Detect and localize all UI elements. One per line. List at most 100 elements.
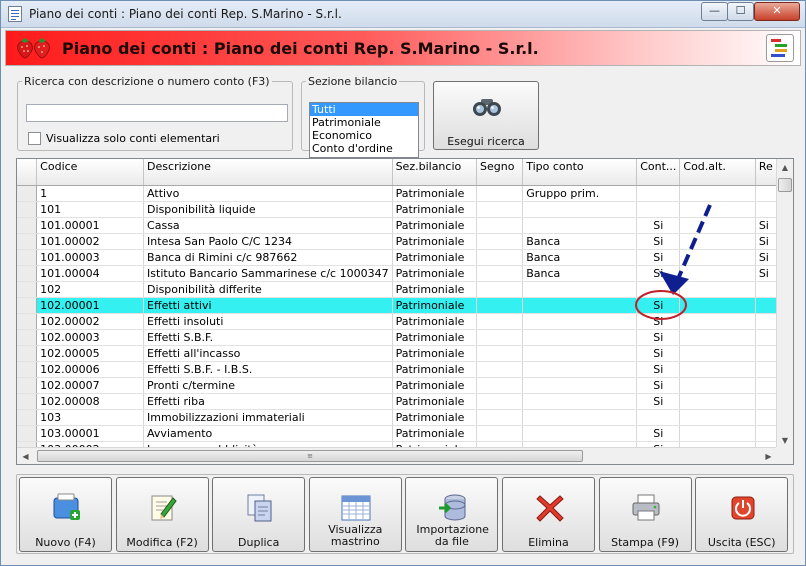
column-header-segno[interactable]: Segno — [476, 159, 524, 186]
cell-sez[interactable]: Patrimoniale — [392, 217, 478, 234]
cell-descrizione[interactable]: Disponibilità liquide — [143, 201, 393, 218]
cell-segno[interactable] — [476, 425, 524, 442]
cell-sez[interactable]: Patrimoniale — [392, 329, 478, 346]
row-indicator[interactable] — [17, 425, 38, 442]
search-input[interactable] — [26, 104, 288, 122]
column-header-cod-alt[interactable]: Cod.alt. — [679, 159, 756, 186]
row-indicator[interactable] — [17, 185, 38, 202]
title-bar[interactable]: Piano dei conti : Piano dei conti Rep. S… — [1, 1, 805, 28]
cell-sez[interactable]: Patrimoniale — [392, 361, 478, 378]
cell-segno[interactable] — [476, 313, 524, 330]
table-row[interactable]: 101 Disponibilità liquide Patrimoniale — [17, 201, 793, 218]
row-indicator[interactable] — [17, 345, 38, 362]
cell-tipo[interactable] — [522, 345, 638, 362]
row-indicator[interactable] — [17, 409, 38, 426]
cell-sez[interactable]: Patrimoniale — [392, 345, 478, 362]
importazione-button[interactable]: Importazione da file — [405, 477, 499, 552]
cell-cont[interactable]: Si — [636, 361, 681, 378]
cell-descrizione[interactable]: Effetti S.B.F. — [143, 329, 393, 346]
accounts-grid[interactable]: Codice Descrizione Sez.bilancio Segno Ti… — [16, 158, 794, 465]
cell-segno[interactable] — [476, 281, 524, 298]
cell-cont[interactable]: Si — [636, 393, 681, 410]
table-row[interactable]: 102.00003 Effetti S.B.F. Patrimoniale Si — [17, 329, 793, 346]
cell-segno[interactable] — [476, 345, 524, 362]
cell-sez[interactable]: Patrimoniale — [392, 409, 478, 426]
sezione-option-tutti[interactable]: Tutti — [310, 103, 418, 116]
cell-codalt[interactable] — [679, 217, 756, 234]
cell-cont[interactable]: Si — [636, 345, 681, 362]
cell-segno[interactable] — [476, 393, 524, 410]
cell-codice[interactable]: 101.00002 — [36, 233, 145, 250]
cell-segno[interactable] — [476, 185, 524, 202]
row-indicator[interactable] — [17, 249, 38, 266]
cell-sez[interactable]: Patrimoniale — [392, 313, 478, 330]
cell-tipo[interactable] — [522, 393, 638, 410]
cell-segno[interactable] — [476, 217, 524, 234]
nuovo-button[interactable]: Nuovo (F4) — [19, 477, 112, 552]
cell-cont[interactable] — [636, 409, 681, 426]
row-indicator[interactable] — [17, 329, 38, 346]
scroll-left-icon[interactable]: ◀ — [17, 448, 34, 464]
column-header-codice[interactable]: Codice — [36, 159, 145, 186]
cell-sez[interactable]: Patrimoniale — [392, 233, 478, 250]
cell-tipo[interactable] — [522, 425, 638, 442]
table-row[interactable]: 103.00001 Avviamento Patrimoniale Si — [17, 425, 793, 442]
cell-descrizione[interactable]: Effetti S.B.F. - I.B.S. — [143, 361, 393, 378]
cell-codalt[interactable] — [679, 393, 756, 410]
table-row[interactable]: 101.00004 Istituto Bancario Sammarinese c… — [17, 265, 793, 282]
cell-codalt[interactable] — [679, 281, 756, 298]
cell-cont[interactable] — [636, 201, 681, 218]
cell-tipo[interactable] — [522, 201, 638, 218]
cell-codice[interactable]: 101.00001 — [36, 217, 145, 234]
cell-segno[interactable] — [476, 233, 524, 250]
cell-codice[interactable]: 102.00003 — [36, 329, 145, 346]
cell-descrizione[interactable]: Intesa San Paolo C/C 1234 — [143, 233, 393, 250]
scroll-up-icon[interactable]: ▲ — [777, 159, 793, 176]
cell-codalt[interactable] — [679, 185, 756, 202]
visualizza-button[interactable]: Visualizza mastrino — [308, 477, 402, 552]
cell-codalt[interactable] — [679, 201, 756, 218]
cell-codice[interactable]: 101.00004 — [36, 265, 145, 282]
cell-tipo[interactable] — [522, 409, 638, 426]
vertical-scrollbar[interactable]: ▲ ▼ — [776, 159, 793, 449]
minimize-button[interactable]: — — [701, 2, 728, 21]
cell-sez[interactable]: Patrimoniale — [392, 297, 478, 314]
row-indicator[interactable] — [17, 265, 38, 282]
cell-cont[interactable]: Si — [636, 233, 681, 250]
cell-codice[interactable]: 102.00002 — [36, 313, 145, 330]
cell-descrizione[interactable]: Attivo — [143, 185, 393, 202]
cell-codalt[interactable] — [679, 313, 756, 330]
cell-codice[interactable]: 102.00007 — [36, 377, 145, 394]
cell-codalt[interactable] — [679, 345, 756, 362]
cell-segno[interactable] — [476, 361, 524, 378]
column-header-sez-bilancio[interactable]: Sez.bilancio — [392, 159, 478, 186]
cell-cont[interactable]: Si — [636, 249, 681, 266]
table-row[interactable]: 102.00001 Effetti attivi Patrimoniale Si — [17, 297, 793, 314]
cell-sez[interactable]: Patrimoniale — [392, 249, 478, 266]
cell-codalt[interactable] — [679, 249, 756, 266]
cell-tipo[interactable]: Banca — [522, 265, 638, 282]
cell-codice[interactable]: 101.00003 — [36, 249, 145, 266]
cell-descrizione[interactable]: Effetti attivi — [143, 297, 393, 314]
cell-codalt[interactable] — [679, 377, 756, 394]
row-indicator[interactable] — [17, 377, 38, 394]
column-header-cont[interactable]: Cont... — [636, 159, 681, 186]
table-row[interactable]: 102.00008 Effetti riba Patrimoniale Si — [17, 393, 793, 410]
row-indicator[interactable] — [17, 393, 38, 410]
modifica-button[interactable]: Modifica (F2) — [115, 477, 209, 552]
cell-cont[interactable] — [636, 281, 681, 298]
cell-codice[interactable]: 102.00008 — [36, 393, 145, 410]
cell-segno[interactable] — [476, 377, 524, 394]
cell-codalt[interactable] — [679, 361, 756, 378]
close-button[interactable]: ✕ — [754, 2, 800, 21]
duplica-button[interactable]: Duplica — [212, 477, 306, 552]
stampa-button[interactable]: Stampa (F9) — [598, 477, 692, 552]
search-button[interactable]: Esegui ricerca — [433, 81, 539, 150]
cell-tipo[interactable]: Banca — [522, 233, 638, 250]
cell-cont[interactable]: Si — [636, 425, 681, 442]
cell-sez[interactable]: Patrimoniale — [392, 377, 478, 394]
row-indicator[interactable] — [17, 313, 38, 330]
table-row[interactable]: 101.00001 Cassa Patrimoniale Si Si — [17, 217, 793, 234]
table-row[interactable]: 102.00006 Effetti S.B.F. - I.B.S. Patrimon… — [17, 361, 793, 378]
sezione-option-patrimoniale[interactable]: Patrimoniale — [310, 116, 418, 129]
